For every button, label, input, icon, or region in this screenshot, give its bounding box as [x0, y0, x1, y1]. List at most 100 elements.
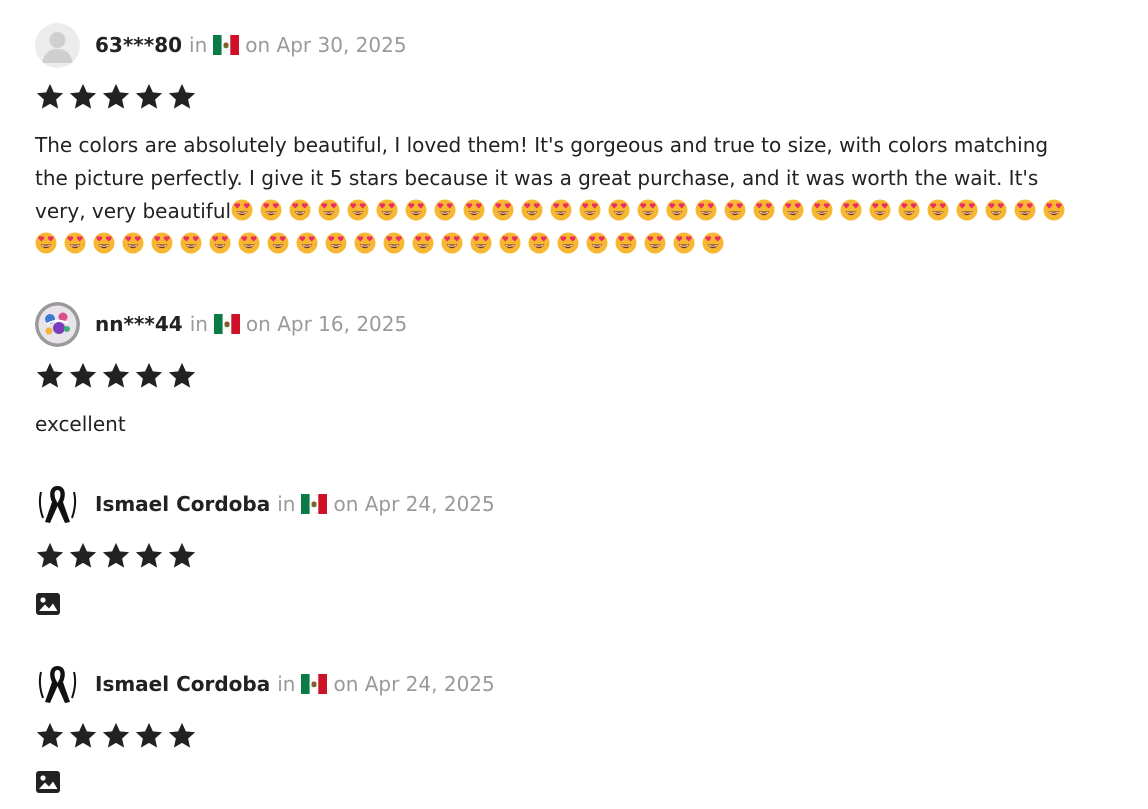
heart-eyes-emoji-icon	[521, 199, 543, 221]
review-header: Ismael Cordoba in on Apr 24, 2025	[35, 481, 1115, 527]
review-date: on Apr 16, 2025	[245, 312, 408, 336]
heart-eyes-emoji-icon	[550, 199, 572, 221]
location-prefix: in	[277, 492, 296, 516]
heart-eyes-emoji-icon	[702, 232, 724, 254]
star-rating	[35, 81, 1115, 113]
review-text: The colors are absolutely beautiful, I l…	[35, 129, 1085, 261]
review-date: on Apr 30, 2025	[245, 33, 407, 57]
heart-eyes-emoji-icon	[637, 199, 659, 221]
star-icon	[35, 721, 65, 751]
heart-eyes-emoji-icon	[724, 199, 746, 221]
star-rating	[35, 720, 1115, 752]
heart-eyes-emoji-icon	[93, 232, 115, 254]
heart-eyes-emoji-icon	[318, 199, 340, 221]
heart-eyes-emoji-icon	[615, 232, 637, 254]
heart-eyes-emoji-icon	[557, 232, 579, 254]
heart-eyes-emoji-icon	[644, 232, 666, 254]
review-header: 63***80 in on Apr 30, 2025	[35, 22, 1115, 68]
heart-eyes-emoji-icon	[470, 232, 492, 254]
heart-eyes-emoji-icon	[231, 199, 253, 221]
black-ribbon-avatar[interactable]	[35, 661, 80, 707]
location-prefix: in	[189, 33, 208, 57]
heart-eyes-emoji-icon	[180, 232, 202, 254]
heart-eyes-emoji-icon	[608, 199, 630, 221]
heart-eyes-emoji-icon	[64, 232, 86, 254]
review-date: on Apr 24, 2025	[333, 492, 495, 516]
star-icon	[101, 541, 131, 571]
default-avatar-icon[interactable]	[35, 22, 80, 68]
review-date: on Apr 24, 2025	[333, 672, 495, 696]
star-icon	[35, 82, 65, 112]
black-ribbon-avatar[interactable]	[35, 481, 80, 527]
heart-eyes-emoji-icon	[354, 232, 376, 254]
location-prefix: in	[189, 312, 208, 336]
location-prefix: in	[277, 672, 296, 696]
heart-eyes-emoji-icon	[441, 232, 463, 254]
heart-eyes-emoji-icon	[325, 232, 347, 254]
star-icon	[35, 361, 65, 391]
heart-eyes-emoji-icon	[412, 232, 434, 254]
star-icon	[167, 721, 197, 751]
star-rating	[35, 540, 1115, 572]
heart-eyes-emoji-icon	[673, 232, 695, 254]
star-icon	[68, 361, 98, 391]
heart-eyes-emoji-icon	[528, 232, 550, 254]
review-header: Ismael Cordoba in on Apr 24, 2025	[35, 661, 1115, 707]
heart-eyes-emoji-icon	[296, 232, 318, 254]
heart-eyes-emoji-icon	[347, 199, 369, 221]
star-icon	[35, 541, 65, 571]
heart-eyes-emoji-icon	[753, 199, 775, 221]
heart-eyes-emoji-icon	[956, 199, 978, 221]
heart-eyes-emoji-icon	[811, 199, 833, 221]
star-icon	[167, 541, 197, 571]
heart-eyes-emoji-icon	[151, 232, 173, 254]
mexico-flag-icon	[301, 494, 328, 514]
heart-eyes-emoji-icon	[383, 232, 405, 254]
heart-eyes-emoji-icon	[122, 232, 144, 254]
heart-eyes-emoji-icon	[695, 199, 717, 221]
star-rating	[35, 360, 1115, 392]
star-icon	[68, 721, 98, 751]
review-item: 63***80 in on Apr 30, 2025 The colors ar…	[35, 22, 1115, 261]
heart-eyes-emoji-icon	[405, 199, 427, 221]
heart-eyes-emoji-icon	[840, 199, 862, 221]
heart-eyes-emoji-icon	[1043, 199, 1065, 221]
mexico-flag-icon	[301, 674, 328, 694]
heart-eyes-emoji-icon	[463, 199, 485, 221]
user-photo-avatar[interactable]	[35, 301, 80, 347]
star-icon	[101, 361, 131, 391]
heart-eyes-emoji-icon	[579, 199, 601, 221]
image-icon[interactable]	[35, 770, 61, 794]
heart-eyes-emoji-icon	[376, 199, 398, 221]
heart-eyes-emoji-icon	[492, 199, 514, 221]
star-icon	[101, 82, 131, 112]
heart-eyes-emoji-icon	[927, 199, 949, 221]
review-text: excellent	[35, 412, 126, 436]
heart-eyes-emoji-icon	[782, 199, 804, 221]
star-icon	[68, 82, 98, 112]
heart-eyes-emoji-icon	[35, 232, 57, 254]
heart-eyes-emoji-icon	[434, 199, 456, 221]
heart-eyes-emoji-icon	[586, 232, 608, 254]
image-icon[interactable]	[35, 592, 61, 616]
heart-eyes-emoji-icon	[289, 199, 311, 221]
star-icon	[134, 361, 164, 391]
heart-eyes-emoji-icon	[267, 232, 289, 254]
reviewer-name: 63***80	[95, 33, 183, 57]
star-icon	[167, 361, 197, 391]
heart-eyes-emoji-icon	[985, 199, 1007, 221]
heart-eyes-emoji-icon	[209, 232, 231, 254]
reviewer-name: nn***44	[95, 312, 183, 336]
review-item: nn***44 in on Apr 16, 2025 excellent	[35, 301, 1115, 441]
review-item: Ismael Cordoba in on Apr 24, 2025	[35, 481, 1115, 616]
mexico-flag-icon	[213, 314, 240, 334]
reviewer-name: Ismael Cordoba	[95, 672, 271, 696]
heart-eyes-emoji-icon	[238, 232, 260, 254]
heart-eyes-emoji-icon	[1014, 199, 1036, 221]
reviewer-name: Ismael Cordoba	[95, 492, 271, 516]
star-icon	[134, 541, 164, 571]
star-icon	[167, 82, 197, 112]
star-icon	[134, 721, 164, 751]
heart-eyes-emoji-icon	[260, 199, 282, 221]
heart-eyes-emoji-icon	[499, 232, 521, 254]
